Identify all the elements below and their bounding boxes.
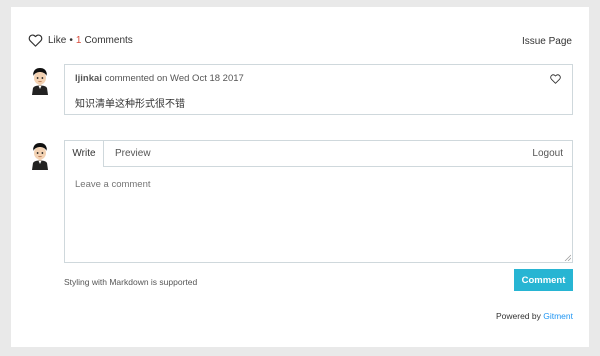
submit-comment-button[interactable]: Comment — [514, 269, 573, 291]
tab-write[interactable]: Write — [65, 141, 104, 167]
issue-page-link[interactable]: Issue Page — [522, 36, 572, 47]
heart-icon — [28, 34, 43, 47]
comment-meta: commented on Wed Oct 18 2017 — [101, 73, 244, 84]
like-button[interactable]: Like • 1 Comments — [28, 34, 133, 47]
comment-textarea[interactable] — [65, 167, 572, 262]
gitment-link[interactable]: Gitment — [543, 311, 573, 321]
separator-dot: • — [69, 35, 73, 46]
comment-header: ljinkai commented on Wed Oct 18 2017 — [75, 73, 244, 84]
comment-body: 知识清单这种形式很不错 — [75, 99, 185, 110]
current-user-avatar[interactable] — [30, 142, 50, 170]
comment-author[interactable]: ljinkai — [75, 73, 102, 84]
comment-card: ljinkai commented on Wed Oct 18 2017 知识清… — [64, 64, 573, 115]
commenter-avatar[interactable] — [30, 67, 50, 95]
comment-like-icon[interactable] — [550, 74, 561, 84]
logout-link[interactable]: Logout — [532, 141, 563, 167]
powered-prefix: Powered by — [495, 311, 544, 321]
editor-tabs: Write Preview Logout — [65, 141, 572, 167]
resize-grip-icon[interactable] — [564, 254, 571, 261]
tab-preview[interactable]: Preview — [115, 141, 151, 167]
like-label: Like — [48, 35, 67, 46]
powered-by: Powered by Gitment — [496, 311, 573, 321]
comment-count: 1 — [75, 35, 82, 46]
comments-header: Like • 1 Comments Issue Page — [28, 34, 572, 50]
gitment-container: Like • 1 Comments Issue Page ljinkai com… — [11, 7, 589, 347]
comment-editor: Write Preview Logout — [64, 140, 573, 263]
comments-label: Comments — [84, 35, 133, 46]
markdown-note: Styling with Markdown is supported — [64, 277, 198, 287]
